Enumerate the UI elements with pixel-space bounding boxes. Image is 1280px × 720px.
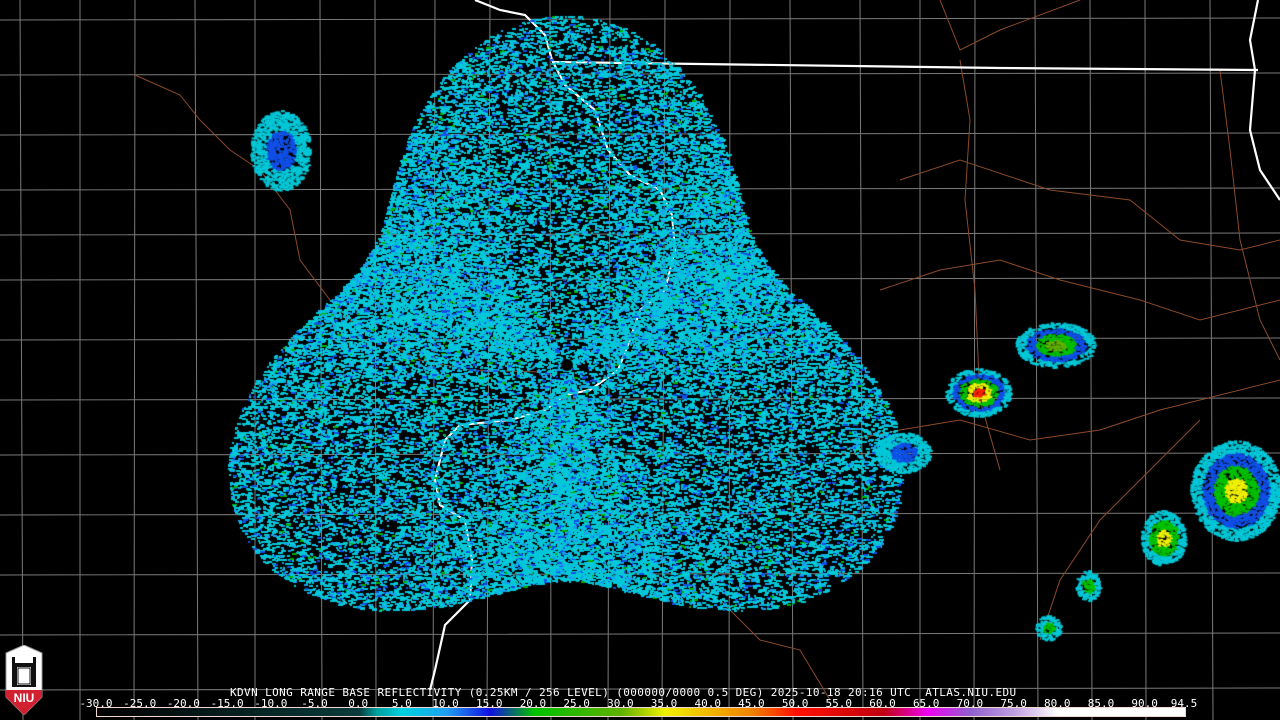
radar-map-view: NIU KDVN LONG RANGE BASE REFLECTIVITY (0… xyxy=(0,0,1280,720)
logo-text: NIU xyxy=(14,691,35,705)
niu-logo: NIU xyxy=(5,645,43,715)
reflectivity-echoes xyxy=(0,0,1280,720)
colorbar xyxy=(96,707,1186,717)
